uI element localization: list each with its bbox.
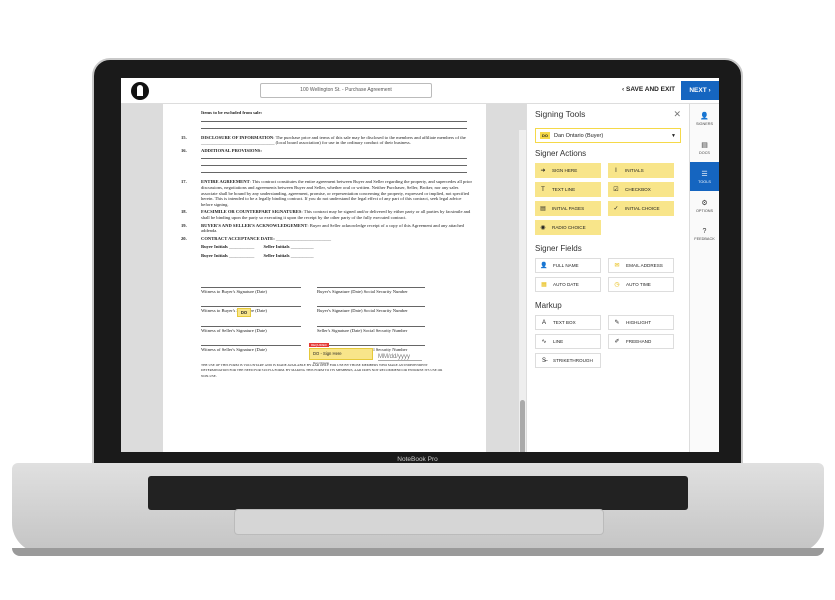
document-page: Items to be excluded from sale: 15. DISCL…: [163, 104, 486, 452]
text-line-tool[interactable]: T TEXT LINE: [535, 182, 601, 197]
rail-tools[interactable]: ☰ TOOLS: [690, 162, 719, 191]
initials-tool[interactable]: I INITIALS: [608, 163, 674, 178]
pages-icon: ▤: [540, 206, 546, 212]
scroll-thumb[interactable]: [520, 400, 525, 452]
panel-title: Signing Tools: [535, 109, 586, 119]
date-field[interactable]: MM/dd/yyyy: [378, 354, 422, 361]
document-title: 100 Wellington St. - Purchase Agreement: [260, 83, 432, 98]
checkbox-tool[interactable]: ☑ CHECKBOX: [608, 182, 674, 197]
strikethrough-tool[interactable]: S̶ STRIKETHROUGH: [535, 353, 601, 368]
email-address-tool[interactable]: ✉ EMAIL ADDRESS: [608, 258, 674, 273]
calendar-icon: ▦: [541, 282, 547, 288]
pen-icon: ✐: [614, 339, 620, 345]
auto-time-tool[interactable]: ◷ AUTO TIME: [608, 277, 674, 292]
email-icon: ✉: [614, 263, 620, 269]
blank-line: [201, 158, 467, 160]
arrow-right-icon: ➜: [540, 168, 546, 174]
sign-here-field[interactable]: DO - Sign Here: [309, 348, 373, 360]
tools-list-icon: ☰: [701, 170, 708, 178]
section-18: 18. FACSIMILE OR COUNTERPART SIGNATURES: …: [181, 209, 471, 220]
help-icon: ?: [702, 228, 707, 235]
required-tag: REQUIRED: [309, 343, 329, 347]
freehand-tool[interactable]: ✐ FREEHAND: [608, 334, 674, 349]
radio-choice-tool[interactable]: ◉ RADIO CHOICE: [535, 220, 601, 235]
rail-options[interactable]: ⚙ OPTIONS: [690, 191, 719, 220]
initial-choice-tool[interactable]: ✓ INITIAL CHOICE: [608, 201, 674, 216]
section-20: 20. CONTRACT ACCEPTANCE DATE: ___________…: [181, 235, 332, 241]
signer-name-small: Dan Ontario: [313, 361, 330, 365]
full-name-tool[interactable]: 👤 FULL NAME: [535, 258, 601, 273]
line-tool[interactable]: ∿ LINE: [535, 334, 601, 349]
gear-icon: ⚙: [701, 199, 708, 207]
blank-line: [201, 165, 467, 167]
rail-docs[interactable]: ▤ DOCS: [690, 133, 719, 162]
auto-date-tool[interactable]: ▦ AUTO DATE: [535, 277, 601, 292]
checkbox-icon: ☑: [613, 187, 619, 193]
signing-tools-panel: Signing Tools ✕ DO Dan Ontario (Buyer) ▼ S…: [526, 104, 689, 452]
blank-line: [201, 172, 467, 174]
radio-icon: ◉: [540, 225, 546, 231]
sign-here-tool[interactable]: ➜ SIGN HERE: [535, 163, 601, 178]
buyer-initials-label: Buyer Initials: [201, 244, 228, 250]
chevron-right-icon: ›: [706, 87, 711, 94]
person-icon: 👤: [540, 263, 548, 269]
rail-feedback[interactable]: ? FEEDBACK: [690, 220, 719, 249]
trackpad: [234, 509, 604, 535]
rail-signers[interactable]: 👤 SIGNERS: [690, 104, 719, 133]
items-excluded-label: Items to be excluded from sale:: [201, 110, 263, 115]
screen: 100 Wellington St. - Purchase Agreement …: [121, 78, 719, 452]
next-button[interactable]: NEXT ›: [681, 81, 719, 100]
signer-badge: DO: [540, 132, 550, 139]
documents-icon: ▤: [701, 141, 708, 149]
save-and-exit-button[interactable]: ‹ SAVE AND EXIT: [622, 86, 675, 93]
top-bar: 100 Wellington St. - Purchase Agreement …: [121, 78, 719, 104]
text-box-icon: A: [541, 319, 546, 326]
person-icon: 👤: [700, 112, 709, 120]
signer-actions-grid: ➜ SIGN HERE I INITIALS T TEXT LINE ☑ CHECKBO…: [535, 163, 681, 235]
signer-actions-title: Signer Actions: [535, 149, 587, 158]
text-box-tool[interactable]: A TEXT BOX: [535, 315, 601, 330]
text-icon: T: [541, 186, 545, 193]
device-label: NoteBook Pro: [397, 456, 438, 463]
initials-icon: I: [615, 167, 617, 174]
initial-pages-tool[interactable]: ▤ INITIAL PAGES: [535, 201, 601, 216]
markup-title: Markup: [535, 301, 562, 310]
strikethrough-icon: S̶: [541, 357, 546, 364]
seller-initials-label: Seller Initials: [263, 244, 290, 250]
section-17: 17. ENTIRE AGREEMENT: This contract const…: [181, 179, 472, 207]
section-16: 16. ADDITIONAL PROVISIONS:: [181, 147, 262, 153]
highlight-tool[interactable]: ✎ HIGHLIGHT: [608, 315, 674, 330]
signer-select[interactable]: DO Dan Ontario (Buyer) ▼: [535, 128, 681, 143]
initials-field[interactable]: DO: [237, 308, 251, 317]
blank-line: [201, 120, 467, 122]
close-icon[interactable]: ✕: [673, 109, 681, 120]
section-19: 19. BUYER'S AND SELLER'S ACKNOWLEDGEMENT:…: [181, 222, 464, 234]
clock-icon: ◷: [614, 282, 620, 288]
form-footer: THE USE OF THIS FORM IS VOLUNTARY AND IS…: [201, 362, 443, 379]
check-icon: ✓: [613, 206, 619, 212]
signer-fields-title: Signer Fields: [535, 244, 582, 253]
app-logo-icon[interactable]: [131, 82, 149, 100]
markup-grid: A TEXT BOX ✎ HIGHLIGHT ∿ LINE ✐ FREEHAND S̶ S…: [535, 315, 681, 368]
laptop-base-lip: [12, 548, 824, 556]
document-scrollbar[interactable]: [519, 130, 526, 452]
keyboard: [148, 476, 688, 510]
document-viewer: Items to be excluded from sale: 15. DISCL…: [121, 104, 526, 452]
highlighter-icon: ✎: [614, 320, 620, 326]
line-icon: ∿: [541, 339, 547, 345]
blank-line: [201, 127, 467, 129]
caret-down-icon: ▼: [671, 132, 676, 139]
section-15: 15. DISCLOSURE OF INFORMATION: The purcha…: [181, 134, 466, 146]
signer-fields-grid: 👤 FULL NAME ✉ EMAIL ADDRESS ▦ AUTO DATE ◷ AU…: [535, 258, 681, 292]
right-nav-rail: 👤 SIGNERS ▤ DOCS ☰ TOOLS ⚙ OPTIONS ? FEEDBACK: [689, 104, 719, 452]
